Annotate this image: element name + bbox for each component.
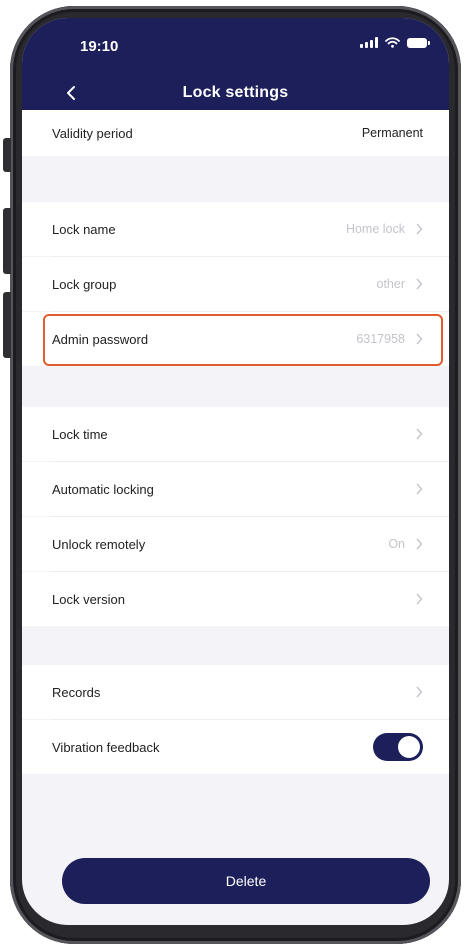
chevron-right-icon	[416, 278, 423, 290]
lock-group-row[interactable]: Lock group other	[22, 257, 449, 311]
toggle-knob	[398, 736, 420, 758]
validity-period-value: Permanent	[361, 126, 423, 140]
chevron-right-icon	[416, 593, 423, 605]
records-row[interactable]: Records	[22, 665, 449, 719]
chevron-right-icon	[416, 483, 423, 495]
mute-switch	[3, 138, 11, 172]
vibration-feedback-toggle[interactable]	[373, 733, 423, 761]
chevron-right-icon	[416, 223, 423, 235]
validity-period-label: Validity period	[52, 125, 133, 141]
battery-icon	[407, 37, 430, 48]
lock-time-label: Lock time	[52, 426, 108, 442]
lock-version-label: Lock version	[52, 591, 125, 607]
lock-name-row[interactable]: Lock name Home lock	[22, 202, 449, 256]
unlock-remotely-label: Unlock remotely	[52, 536, 146, 552]
status-icons	[360, 37, 430, 48]
cellular-signal-icon	[360, 37, 378, 48]
lock-group-label: Lock group	[52, 276, 117, 292]
volume-down-button	[3, 292, 11, 358]
validity-period-row: Validity period Permanent	[22, 110, 449, 156]
status-time: 19:10	[80, 38, 119, 55]
automatic-locking-label: Automatic locking	[52, 481, 154, 497]
lock-time-row[interactable]: Lock time	[22, 407, 449, 461]
app-header: 19:10 Lock settings	[22, 18, 449, 123]
records-label: Records	[52, 684, 101, 700]
lock-group-value: other	[376, 277, 406, 291]
vibration-feedback-label: Vibration feedback	[52, 739, 160, 755]
lock-version-row[interactable]: Lock version	[22, 572, 449, 626]
wifi-icon	[385, 37, 400, 48]
delete-button[interactable]: Delete	[62, 858, 430, 904]
volume-up-button	[3, 208, 11, 274]
page-title: Lock settings	[182, 84, 289, 101]
admin-password-highlight	[43, 314, 443, 366]
unlock-remotely-value: On	[388, 537, 405, 551]
phone-screen: 19:10 Lock settings Validity period Perm…	[22, 18, 449, 925]
chevron-right-icon	[416, 538, 423, 550]
chevron-right-icon	[416, 686, 423, 698]
unlock-remotely-row[interactable]: Unlock remotely On	[22, 517, 449, 571]
vibration-feedback-row: Vibration feedback	[22, 720, 449, 774]
lock-name-value: Home lock	[345, 222, 405, 236]
automatic-locking-row[interactable]: Automatic locking	[22, 462, 449, 516]
chevron-right-icon	[416, 428, 423, 440]
lock-name-label: Lock name	[52, 221, 116, 237]
